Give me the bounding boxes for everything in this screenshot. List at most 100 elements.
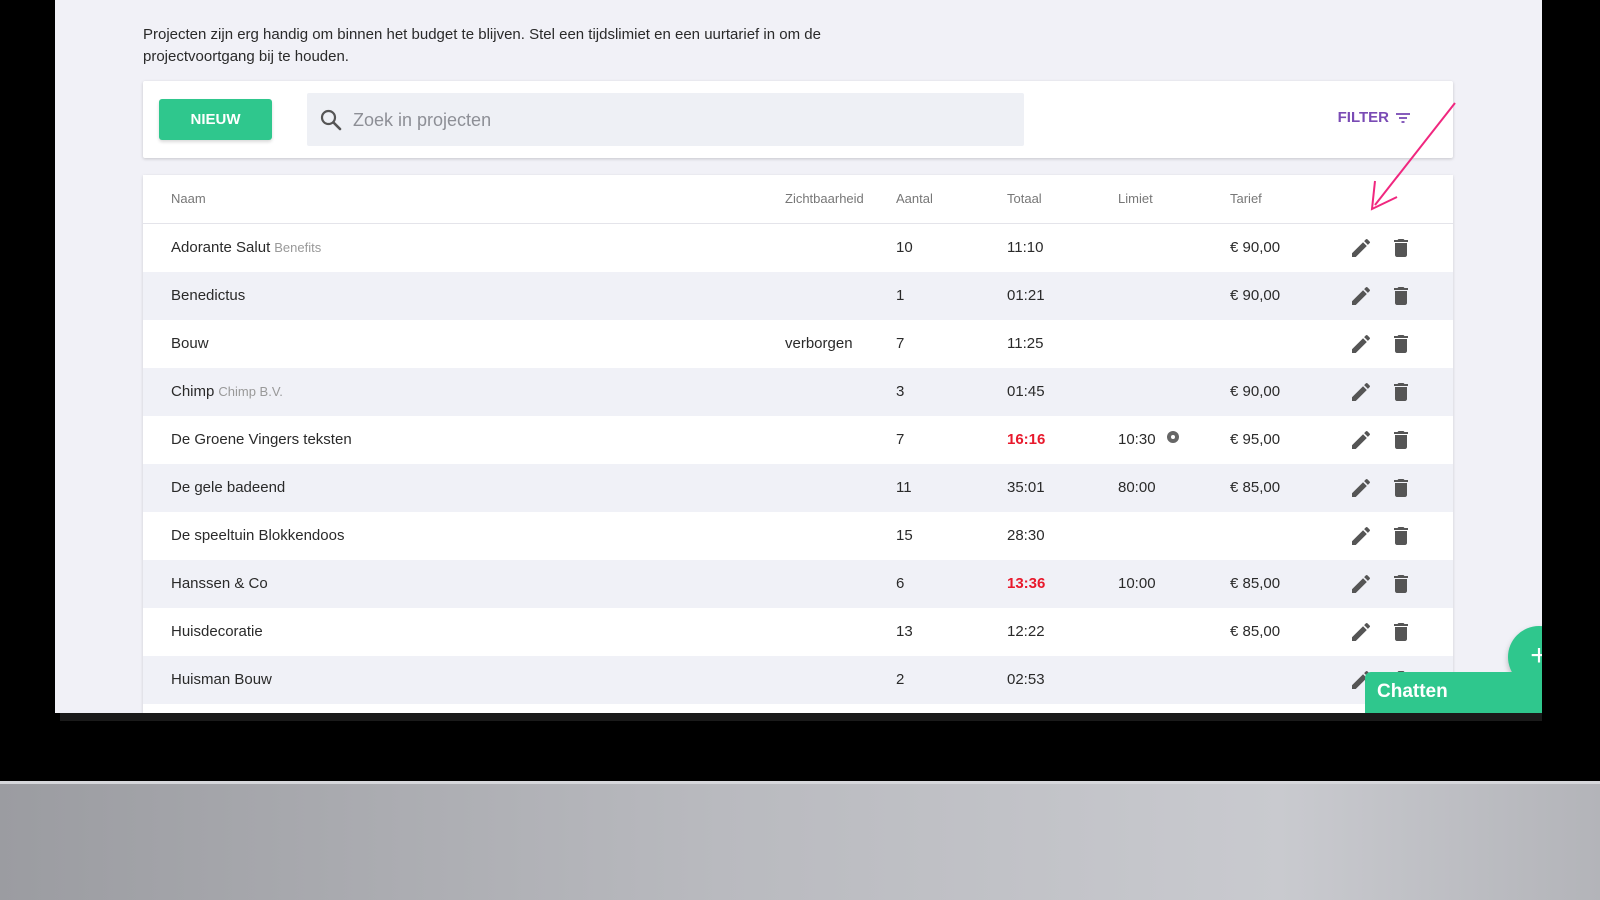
trash-icon[interactable] (1389, 572, 1413, 596)
header-name[interactable]: Naam (171, 175, 206, 223)
project-name: Hanssen & Co (171, 575, 268, 592)
app-screen: Projecten zijn erg handig om binnen het … (55, 0, 1542, 713)
count-cell: 15 (896, 527, 913, 544)
pencil-icon[interactable] (1349, 572, 1373, 596)
total-cell: 01:45 (1007, 383, 1045, 400)
count-cell: 7 (896, 431, 905, 448)
filter-icon (1396, 112, 1410, 123)
table-row[interactable]: Benedictus 1 01:21 € 90,00 (143, 272, 1453, 320)
limit-value: 10:00 (1118, 575, 1156, 592)
chat-widget[interactable]: Chatten (1365, 672, 1542, 713)
pencil-icon[interactable] (1349, 620, 1373, 644)
total-cell: 35:01 (1007, 479, 1045, 496)
screen-bezel-bottom (60, 713, 1542, 721)
pencil-icon[interactable] (1349, 236, 1373, 260)
table-row[interactable]: De speeltuin Blokkendoos 15 28:30 (143, 512, 1453, 560)
count-cell: 11 (896, 479, 912, 496)
project-name: Huisman Bouw (171, 671, 272, 688)
search-input[interactable] (351, 93, 1015, 148)
limit-value: 10:30 (1118, 431, 1156, 448)
pencil-icon[interactable] (1349, 332, 1373, 356)
project-name: Huisdecoratie (171, 623, 263, 640)
limit-cell: 10:00 (1118, 560, 1156, 608)
table-header: Naam Zichtbaarheid Aantal Totaal Limiet … (143, 175, 1453, 224)
project-name-cell: Huisdecoratie (171, 608, 263, 656)
pencil-icon[interactable] (1349, 284, 1373, 308)
search-icon (320, 109, 342, 131)
table-row[interactable]: De Groene Vingers teksten 7 16:16 10:30 € 95… (143, 416, 1453, 464)
rate-cell: € 85,00 (1230, 575, 1281, 592)
count-cell: 10 (896, 239, 913, 256)
rate-cell: € 85,00 (1230, 623, 1281, 640)
limit-cell: 80:00 (1118, 464, 1156, 512)
projects-toolbar: NIEUW FILTER (143, 81, 1453, 158)
project-name: De gele badeend (171, 479, 286, 496)
total-cell: 28:30 (1007, 527, 1045, 544)
header-count[interactable]: Aantal (896, 175, 933, 223)
count-cell: 1 (896, 287, 905, 304)
project-name-cell: De speeltuin Blokkendoos (171, 512, 344, 560)
total-cell: 01:21 (1007, 287, 1045, 304)
project-name: Benedictus (171, 287, 246, 304)
project-name: Bouw (171, 335, 209, 352)
count-cell: 7 (896, 335, 905, 352)
trash-icon[interactable] (1389, 284, 1413, 308)
project-client: Chimp B.V. (218, 384, 283, 399)
search-box[interactable] (307, 93, 1024, 148)
project-name: Chimp (171, 383, 215, 400)
table-row[interactable]: Hanssen & Co 6 13:36 10:00 € 85,00 (143, 560, 1453, 608)
table-row[interactable]: Adorante Salut Benefits 10 11:10 € 90,00 (143, 224, 1453, 272)
header-visibility[interactable]: Zichtbaarheid (785, 175, 864, 223)
count-cell: 6 (896, 575, 905, 592)
rate-cell: € 90,00 (1230, 383, 1281, 400)
total-cell: 12:22 (1007, 623, 1045, 640)
trash-icon[interactable] (1389, 332, 1413, 356)
table-row[interactable]: Bouw verborgen 7 11:25 (143, 320, 1453, 368)
project-name-cell: Chimp Chimp B.V. (171, 368, 283, 416)
project-name: Adorante Salut (171, 239, 271, 256)
trash-icon[interactable] (1389, 620, 1413, 644)
trash-icon[interactable] (1389, 236, 1413, 260)
table-body: Adorante Salut Benefits 10 11:10 € 90,00 Bene… (143, 224, 1453, 704)
project-name-cell: Bouw (171, 320, 209, 368)
trash-icon[interactable] (1389, 524, 1413, 548)
warning-icon (1166, 416, 1180, 464)
chat-label: Chatten (1377, 681, 1448, 702)
total-cell: 11:10 (1007, 239, 1044, 256)
project-name-cell: Huisman Bouw (171, 656, 272, 704)
header-limit[interactable]: Limiet (1118, 175, 1153, 223)
new-project-button[interactable]: NIEUW (159, 99, 272, 140)
pencil-icon[interactable] (1349, 476, 1373, 500)
project-client: Benefits (274, 240, 322, 255)
total-cell: 11:25 (1007, 335, 1044, 352)
header-total[interactable]: Totaal (1007, 175, 1042, 223)
table-row[interactable]: De gele badeend 11 35:01 80:00 € 85,00 (143, 464, 1453, 512)
project-name: De speeltuin Blokkendoos (171, 527, 345, 544)
intro-text: Projecten zijn erg handig om binnen het … (143, 26, 821, 65)
pencil-icon[interactable] (1349, 428, 1373, 452)
filter-button[interactable]: FILTER (1338, 109, 1411, 126)
project-name-cell: De Groene Vingers teksten (171, 416, 352, 464)
trash-icon[interactable] (1389, 476, 1413, 500)
trash-icon[interactable] (1389, 380, 1413, 404)
header-rate[interactable]: Tarief (1230, 175, 1262, 223)
table-row[interactable]: Huisdecoratie 13 12:22 € 85,00 (143, 608, 1453, 656)
pencil-icon[interactable] (1349, 524, 1373, 548)
pencil-icon[interactable] (1349, 380, 1373, 404)
project-name-cell: Benedictus (171, 272, 245, 320)
total-cell: 02:53 (1007, 671, 1045, 688)
limit-value: 80:00 (1118, 479, 1156, 496)
visibility-cell: verborgen (785, 335, 853, 352)
trash-icon[interactable] (1389, 428, 1413, 452)
table-row[interactable]: Huisman Bouw 2 02:53 (143, 656, 1453, 704)
project-name-cell: De gele badeend (171, 464, 285, 512)
rate-cell: € 95,00 (1230, 431, 1281, 448)
count-cell: 13 (896, 623, 913, 640)
table-row[interactable]: Chimp Chimp B.V. 3 01:45 € 90,00 (143, 368, 1453, 416)
filter-label: FILTER (1337, 109, 1389, 126)
total-cell: 16:16 (1007, 431, 1046, 448)
laptop-base (0, 781, 1600, 900)
projects-table: Naam Zichtbaarheid Aantal Totaal Limiet … (143, 175, 1453, 713)
rate-cell: € 90,00 (1230, 287, 1281, 304)
total-cell: 13:36 (1007, 575, 1046, 592)
